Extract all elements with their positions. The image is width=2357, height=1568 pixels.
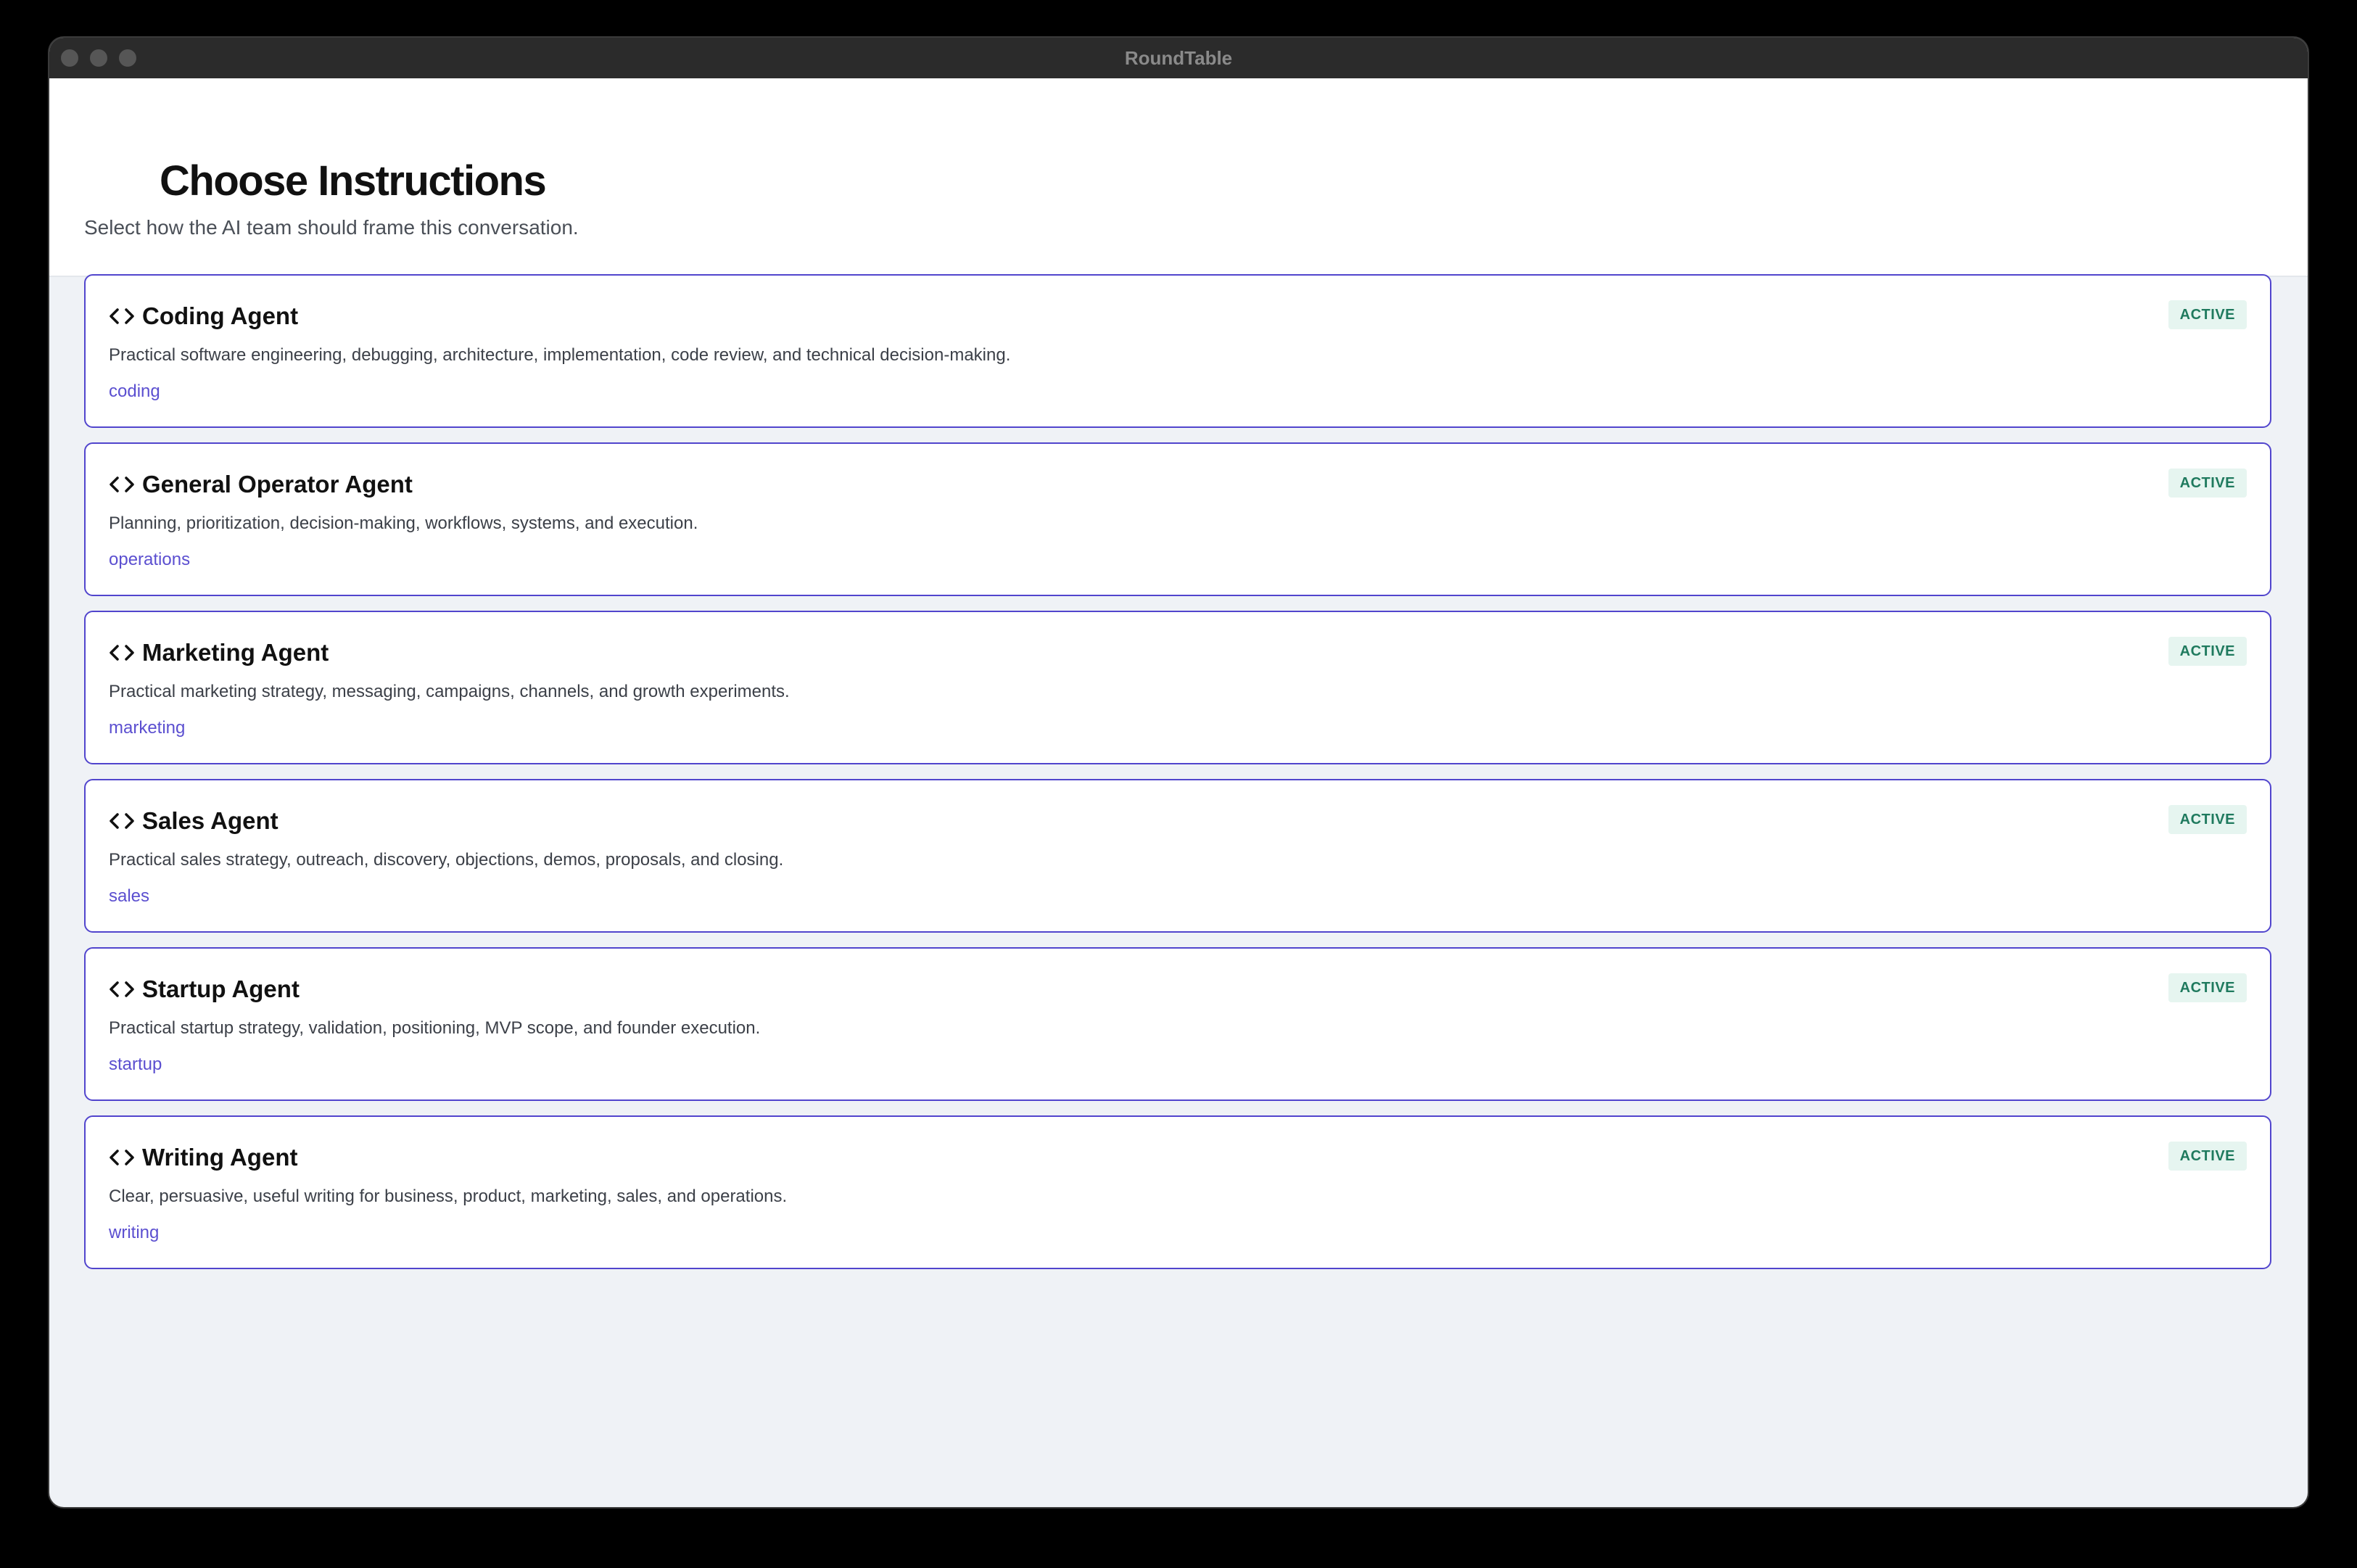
- agent-description: Planning, prioritization, decision-makin…: [109, 513, 698, 533]
- agent-tag: startup: [109, 1055, 162, 1074]
- agent-tag: writing: [109, 1223, 160, 1242]
- agent-card-general-operator[interactable]: General Operator Agent Planning, priorit…: [84, 442, 2271, 596]
- agent-list: Coding Agent Practical software engineer…: [84, 274, 2271, 1284]
- agent-card-header: Sales Agent: [109, 806, 278, 835]
- code-icon: [109, 306, 135, 326]
- agent-name: Writing Agent: [142, 1144, 298, 1171]
- code-icon: [109, 643, 135, 663]
- status-badge: ACTIVE: [2168, 637, 2247, 666]
- agent-card-marketing[interactable]: Marketing Agent Practical marketing stra…: [84, 611, 2271, 764]
- agent-name: Coding Agent: [142, 302, 299, 329]
- agent-card-header: Writing Agent: [109, 1143, 297, 1172]
- page-header: Choose Instructions Select how the AI te…: [49, 78, 2308, 277]
- agent-card-header: Startup Agent: [109, 975, 300, 1004]
- page-subtitle: Select how the AI team should frame this…: [84, 216, 579, 239]
- agent-card-sales[interactable]: Sales Agent Practical sales strategy, ou…: [84, 779, 2271, 933]
- status-badge: ACTIVE: [2168, 1142, 2247, 1171]
- code-icon: [109, 474, 135, 495]
- agent-card-writing[interactable]: Writing Agent Clear, persuasive, useful …: [84, 1115, 2271, 1269]
- agent-description: Clear, persuasive, useful writing for bu…: [109, 1187, 788, 1206]
- agent-tag: marketing: [109, 718, 186, 738]
- agent-description: Practical marketing strategy, messaging,…: [109, 682, 790, 701]
- agent-description: Practical startup strategy, validation, …: [109, 1018, 761, 1038]
- window-title: RoundTable: [1124, 47, 1233, 69]
- code-icon: [109, 1147, 135, 1168]
- status-badge: ACTIVE: [2168, 300, 2247, 329]
- title-bar: RoundTable: [49, 38, 2308, 80]
- agent-card-startup[interactable]: Startup Agent Practical startup strategy…: [84, 947, 2271, 1101]
- app-window: RoundTable Choose Instructions Select ho…: [49, 38, 2308, 1507]
- agent-description: Practical sales strategy, outreach, disc…: [109, 850, 784, 870]
- status-badge: ACTIVE: [2168, 469, 2247, 498]
- agent-tag: coding: [109, 381, 160, 401]
- code-icon: [109, 811, 135, 831]
- page-title: Choose Instructions: [160, 157, 547, 205]
- agent-tag: operations: [109, 550, 191, 569]
- agent-name: Marketing Agent: [142, 639, 329, 666]
- status-badge: ACTIVE: [2168, 805, 2247, 834]
- agent-card-header: General Operator Agent: [109, 470, 413, 499]
- agent-description: Practical software engineering, debuggin…: [109, 345, 1011, 365]
- agent-name: Startup Agent: [142, 975, 300, 1002]
- agent-card-header: Marketing Agent: [109, 638, 329, 667]
- agent-card-header: Coding Agent: [109, 302, 298, 331]
- agent-name: Sales Agent: [142, 807, 278, 834]
- agent-card-coding[interactable]: Coding Agent Practical software engineer…: [84, 274, 2271, 428]
- agent-tag: sales: [109, 886, 150, 906]
- status-badge: ACTIVE: [2168, 973, 2247, 1002]
- agent-name: General Operator Agent: [142, 471, 413, 498]
- code-icon: [109, 979, 135, 999]
